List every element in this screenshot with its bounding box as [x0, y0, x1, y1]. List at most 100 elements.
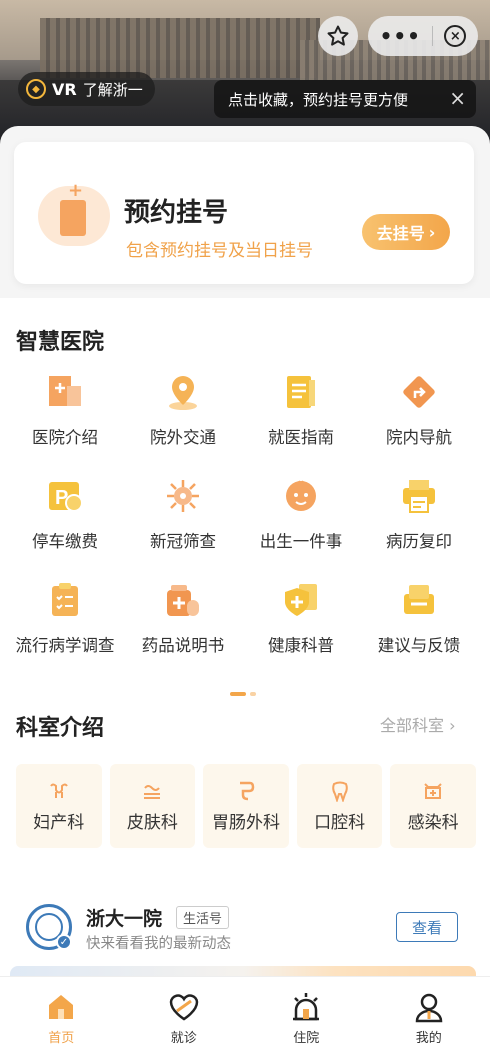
vr-label: VR: [52, 79, 77, 99]
grid-item-record-copy[interactable]: 病历复印: [360, 476, 478, 566]
grid-item-label: 院内导航: [386, 428, 452, 447]
grid-item-birth[interactable]: 出生一件事: [242, 476, 360, 566]
mini-program-capsule: ••• ×: [368, 16, 478, 56]
grid-item-label: 新冠筛查: [150, 532, 216, 551]
dept-stomatology[interactable]: 口腔科: [296, 764, 383, 848]
appointment-title: 预约挂号: [124, 198, 229, 228]
favorite-button[interactable]: [318, 16, 358, 56]
go-register-button[interactable]: 去挂号 ›: [362, 214, 450, 250]
hospital-intro-icon: [45, 372, 85, 412]
grid-item-label: 病历复印: [386, 532, 452, 551]
grid-item-label: 药品说明书: [141, 636, 225, 655]
vr-text: 了解浙一: [82, 80, 143, 99]
appointment-icon: +: [38, 180, 110, 246]
avatar[interactable]: ✓: [26, 904, 72, 950]
alarm-light-icon: [288, 989, 324, 1025]
grid-item-transport[interactable]: 院外交通: [124, 372, 242, 462]
grid-item-parking[interactable]: P 停车缴费: [6, 476, 124, 566]
guide-book-icon: [281, 372, 321, 412]
capsule-divider: [432, 26, 434, 46]
tooth-icon: [331, 781, 348, 802]
tab-mine[interactable]: 我的: [368, 977, 490, 1056]
tab-inpatient[interactable]: 住院: [245, 977, 368, 1056]
close-mini-program-button[interactable]: ×: [444, 25, 467, 47]
smart-hospital-title: 智慧医院: [16, 330, 105, 355]
baby-icon: [281, 476, 321, 516]
grid-item-navigation[interactable]: 院内导航: [360, 372, 478, 462]
main-sheet: + 预约挂号 包含预约挂号及当日挂号 去挂号 › 智慧医院 医院介绍 院外交通: [0, 126, 490, 1056]
grid-pager: [230, 692, 256, 696]
account-name: 浙大一院: [86, 908, 163, 930]
account-tag: 生活号: [176, 906, 230, 929]
appointment-subtitle: 包含预约挂号及当日挂号: [126, 241, 313, 261]
printer-icon: [399, 476, 439, 516]
dept-label: 妇产科: [33, 812, 85, 833]
chevron-right-icon: ›: [428, 222, 436, 242]
tab-home[interactable]: 首页: [0, 977, 123, 1056]
tab-bar: 首页 就诊 住院 我的: [0, 976, 490, 1056]
grid-item-label: 出生一件事: [259, 532, 343, 551]
medicine-icon: [163, 580, 203, 620]
go-register-label: 去挂号: [376, 224, 425, 243]
location-pin-icon: [163, 372, 203, 412]
grid-item-label: 建议与反馈: [377, 636, 461, 655]
clipboard-icon: [45, 580, 85, 620]
pager-dot: [250, 692, 256, 696]
star-icon: [327, 25, 349, 46]
infection-icon: [424, 782, 442, 799]
grid-item-label: 就医指南: [268, 428, 334, 447]
home-icon: [43, 989, 79, 1025]
grid-item-epidemiology[interactable]: 流行病学调查: [6, 580, 124, 670]
virus-icon: [163, 476, 203, 516]
cube-icon: ◆: [26, 79, 46, 99]
direction-sign-icon: [399, 372, 439, 412]
dept-label: 皮肤科: [126, 812, 178, 833]
grid-item-guide[interactable]: 就医指南: [242, 372, 360, 462]
grid-item-label: 健康科普: [268, 636, 334, 655]
banner-building: [40, 18, 320, 78]
feedback-icon: [399, 580, 439, 620]
grid-item-label: 医院介绍: [32, 428, 98, 447]
tab-label: 住院: [293, 1031, 320, 1046]
grid-item-label: 停车缴费: [32, 532, 98, 551]
dept-label: 口腔科: [314, 812, 366, 833]
favorite-tip: 点击收藏，预约挂号更方便 ×: [214, 80, 476, 118]
tab-label: 就诊: [170, 1031, 197, 1046]
health-shield-icon: [281, 580, 321, 620]
dept-dermatology[interactable]: 皮肤科: [109, 764, 196, 848]
building-icon: [60, 200, 86, 236]
tab-label: 首页: [48, 1031, 75, 1046]
grid-item-hospital-intro[interactable]: 医院介绍: [6, 372, 124, 462]
grid-item-medicine[interactable]: 药品说明书: [124, 580, 242, 670]
vr-tour-button[interactable]: ◆ VR 了解浙一: [18, 72, 155, 106]
appointment-card[interactable]: + 预约挂号 包含预约挂号及当日挂号 去挂号 ›: [14, 142, 474, 284]
grid-item-label: 院外交通: [150, 428, 216, 447]
account-desc: 快来看看我的最新动态: [86, 936, 231, 952]
skin-icon: [144, 784, 161, 799]
parking-icon: P: [45, 476, 85, 516]
departments-title: 科室介绍: [16, 716, 105, 741]
dept-obstetrics[interactable]: 妇产科: [16, 764, 102, 848]
uterus-icon: [49, 783, 68, 798]
pager-dot-active: [230, 692, 246, 696]
departments-row: 妇产科 皮肤科 胃肠外科 口腔科 感染科: [16, 764, 476, 848]
dept-label: 感染科: [407, 812, 459, 833]
plus-icon: +: [68, 180, 84, 201]
grid-item-health-education[interactable]: 健康科普: [242, 580, 360, 670]
heart-pill-icon: [166, 989, 202, 1025]
view-button[interactable]: 查看: [396, 912, 458, 942]
user-icon: [411, 989, 447, 1025]
close-icon: ×: [449, 28, 461, 44]
stomach-icon: [239, 781, 255, 800]
dept-label: 胃肠外科: [211, 812, 280, 833]
all-departments-link[interactable]: 全部科室 ›: [380, 712, 456, 736]
tab-visit[interactable]: 就诊: [123, 977, 246, 1056]
tip-text: 点击收藏，预约挂号更方便: [228, 90, 409, 109]
grid-item-covid[interactable]: 新冠筛查: [124, 476, 242, 566]
tip-close-icon[interactable]: ×: [449, 86, 466, 110]
grid-item-feedback[interactable]: 建议与反馈: [360, 580, 478, 670]
dept-gastrointestinal[interactable]: 胃肠外科: [203, 764, 289, 848]
dept-infection[interactable]: 感染科: [390, 764, 476, 848]
verified-badge-icon: ✓: [56, 934, 72, 950]
more-button[interactable]: •••: [380, 24, 421, 48]
